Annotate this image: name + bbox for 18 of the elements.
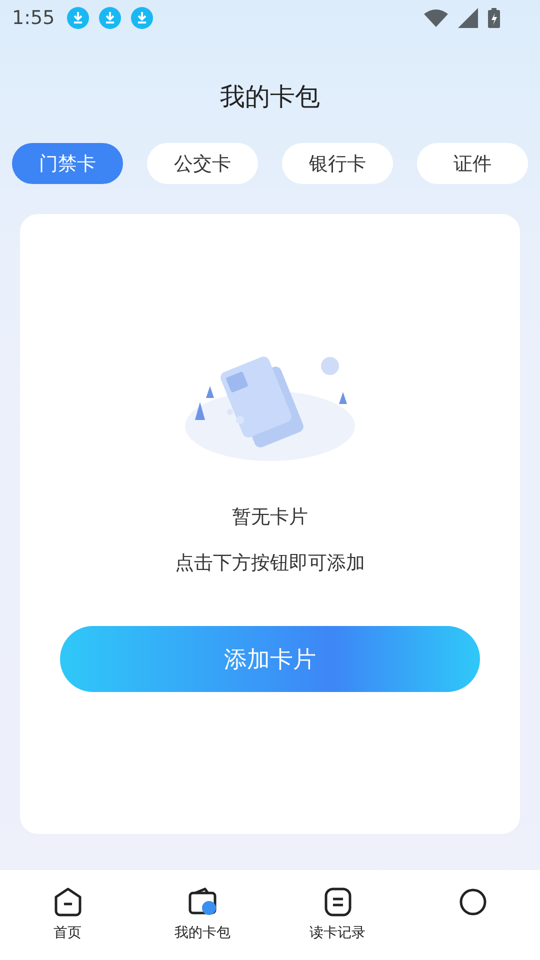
page-title: 我的卡包 xyxy=(219,81,321,113)
wifi-icon xyxy=(424,9,448,27)
nav-label[interactable]: 我的卡包 xyxy=(174,924,230,942)
download-icon xyxy=(66,7,89,29)
tab[interactable]: 公交卡 xyxy=(147,143,258,184)
wallet-icon[interactable] xyxy=(186,886,218,918)
download-icon xyxy=(98,7,121,29)
battery-icon xyxy=(488,8,500,28)
tab[interactable]: 证件 xyxy=(417,143,528,184)
tab[interactable]: 银行卡 xyxy=(282,143,393,184)
nav-label[interactable]: 读卡记录 xyxy=(310,924,366,942)
empty-hint: 点击下方按钮即可添加 xyxy=(175,551,365,576)
tab[interactable]: 门禁卡 xyxy=(12,143,123,184)
nav-label[interactable]: 首页 xyxy=(54,924,82,942)
signal-icon xyxy=(458,8,478,28)
empty-title: 暂无卡片 xyxy=(232,505,308,530)
clock: 1:55 xyxy=(12,7,55,29)
download-icon xyxy=(130,7,153,29)
